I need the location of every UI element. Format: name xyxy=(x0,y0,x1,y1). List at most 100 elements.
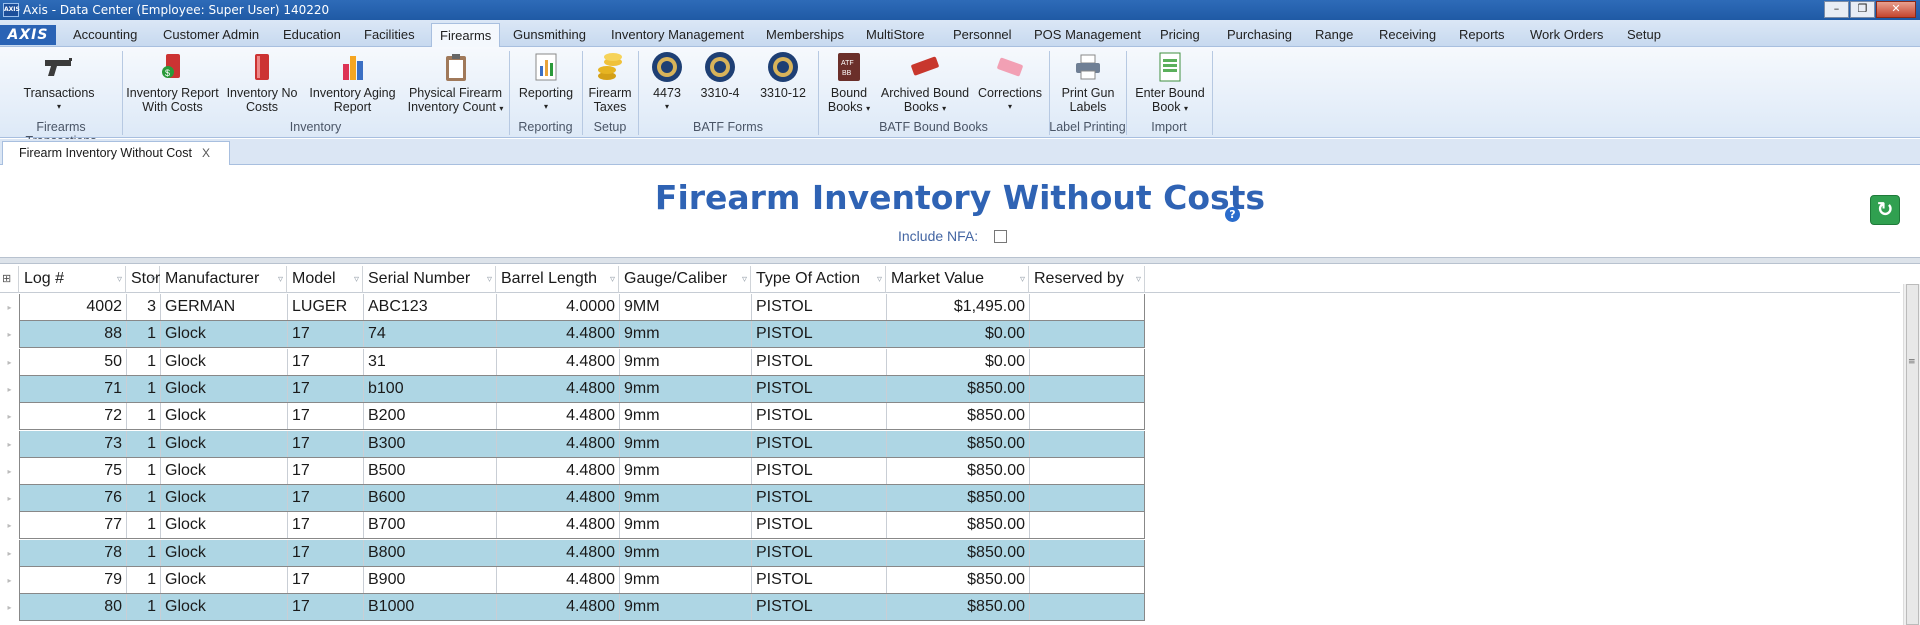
cell-model: 17 xyxy=(288,567,364,593)
vertical-scrollbar[interactable]: ≡ xyxy=(1903,284,1920,625)
tab-work-orders[interactable]: Work Orders xyxy=(1530,23,1603,47)
tab-personnel[interactable]: Personnel xyxy=(953,23,1012,47)
row-indicator[interactable]: ▸ xyxy=(0,376,19,403)
form-3310-4-button[interactable]: 3310-4 xyxy=(698,51,742,100)
tab-facilities[interactable]: Facilities xyxy=(364,23,415,47)
tab-accounting[interactable]: Accounting xyxy=(73,23,137,47)
transactions-button[interactable]: Transactions ▾ xyxy=(18,51,100,114)
table-row[interactable]: 88 1 Glock 17 74 4.4800 9mm PISTOL $0.00 xyxy=(19,321,1146,349)
enter-bound-book-button[interactable]: Enter Bound Book ▾ xyxy=(1131,51,1209,116)
filter-icon[interactable]: ▿ xyxy=(278,267,283,293)
minimize-button[interactable]: – xyxy=(1824,1,1849,18)
cell-log: 71 xyxy=(20,375,127,402)
filter-icon[interactable]: ▿ xyxy=(1136,267,1141,293)
table-row[interactable]: 75 1 Glock 17 B500 4.4800 9mm PISTOL $850.00 xyxy=(19,457,1145,485)
row-indicator[interactable]: ▸ xyxy=(0,294,19,321)
cell-barrel-length: 4.4800 xyxy=(497,567,620,593)
filter-icon[interactable]: ▿ xyxy=(117,267,122,293)
table-row[interactable]: 78 1 Glock 17 B800 4.4800 9mm PISTOL $850.00 xyxy=(19,539,1146,567)
cell-manufacturer: Glock xyxy=(161,539,288,566)
column-header-log[interactable]: Log # ▿ xyxy=(19,266,126,293)
filter-icon[interactable]: ▿ xyxy=(487,267,492,293)
tab-reports[interactable]: Reports xyxy=(1459,23,1505,47)
print-gun-labels-button[interactable]: Print Gun Labels xyxy=(1054,51,1122,114)
filter-icon[interactable]: ▿ xyxy=(877,267,882,293)
tab-customer-admin[interactable]: Customer Admin xyxy=(163,23,259,47)
bound-books-button[interactable]: ATF BB Bound Books ▾ xyxy=(823,51,875,116)
row-indicator[interactable]: ▸ xyxy=(0,431,19,458)
tab-purchasing[interactable]: Purchasing xyxy=(1227,23,1292,47)
row-indicator[interactable]: ▸ xyxy=(0,321,19,348)
cell-store: 1 xyxy=(127,485,161,512)
splitter[interactable] xyxy=(0,257,1920,264)
row-indicator[interactable]: ▸ xyxy=(0,403,19,430)
form-4473-button[interactable]: 4473 ▾ xyxy=(645,51,689,114)
cell-gauge-caliber: 9mm xyxy=(620,430,752,457)
doc-tab-firearm-inventory[interactable]: Firearm Inventory Without Cost X xyxy=(2,141,230,165)
column-header-gauge-caliber[interactable]: Gauge/Caliber ▿ xyxy=(619,266,751,293)
inventory-report-with-costs-button[interactable]: $ Inventory Report With Costs xyxy=(125,51,220,114)
tab-pricing[interactable]: Pricing xyxy=(1160,23,1200,47)
filter-icon[interactable]: ▿ xyxy=(354,267,359,293)
column-header-model[interactable]: Model ▿ xyxy=(287,266,363,293)
window-controls: – ❐ ✕ xyxy=(1824,1,1916,18)
form-3310-12-button[interactable]: 3310-12 xyxy=(757,51,809,100)
include-nfa-checkbox[interactable] xyxy=(994,230,1008,243)
column-chooser-icon[interactable]: ⊞ xyxy=(0,266,19,293)
column-header-store[interactable]: Store ▿ xyxy=(126,266,169,293)
row-indicator[interactable]: ▸ xyxy=(0,349,19,376)
row-indicator[interactable]: ▸ xyxy=(0,567,19,594)
tab-multistore[interactable]: MultiStore xyxy=(866,23,925,47)
tab-firearms[interactable]: Firearms xyxy=(431,23,501,48)
table-row[interactable]: 50 1 Glock 17 31 4.4800 9mm PISTOL $0.00 xyxy=(19,348,1145,376)
reporting-button[interactable]: Reporting ▾ xyxy=(514,51,578,114)
tab-education[interactable]: Education xyxy=(283,23,341,47)
cell-type-of-action: PISTOL xyxy=(752,294,887,320)
filter-icon[interactable]: ▿ xyxy=(610,267,615,293)
table-row[interactable]: 73 1 Glock 17 B300 4.4800 9mm PISTOL $850.00 xyxy=(19,430,1145,458)
tab-pos-management[interactable]: POS Management xyxy=(1034,23,1141,47)
filter-icon[interactable]: ▿ xyxy=(151,267,156,293)
table-row[interactable]: 77 1 Glock 17 B700 4.4800 9mm PISTOL $850.00 xyxy=(19,512,1145,540)
axis-logo[interactable]: AXIS xyxy=(0,25,56,45)
tab-setup[interactable]: Setup xyxy=(1627,23,1661,47)
table-row[interactable]: 71 1 Glock 17 b100 4.4800 9mm PISTOL $850.00 xyxy=(19,375,1145,403)
filter-icon[interactable]: ▿ xyxy=(742,267,747,293)
maximize-button[interactable]: ❐ xyxy=(1850,1,1875,18)
archived-bound-books-button[interactable]: Archived Bound Books ▾ xyxy=(879,51,971,116)
table-row[interactable]: 72 1 Glock 17 B200 4.4800 9mm PISTOL $850.00 xyxy=(19,403,1145,431)
scrollbar-thumb[interactable] xyxy=(1906,284,1919,625)
close-button[interactable]: ✕ xyxy=(1876,1,1916,18)
table-row[interactable]: 80 1 Glock 17 B1000 4.4800 9mm PISTOL $850.00 xyxy=(19,594,1145,622)
row-indicator[interactable]: ▸ xyxy=(0,540,19,567)
corrections-button[interactable]: Corrections ▾ xyxy=(975,51,1045,114)
row-indicator[interactable]: ▸ xyxy=(0,512,19,539)
filter-icon[interactable]: ▿ xyxy=(1020,267,1025,293)
column-header-reserved-by[interactable]: Reserved by ▿ xyxy=(1029,266,1145,293)
refresh-button[interactable]: ↻ xyxy=(1870,195,1900,225)
table-row[interactable]: 79 1 Glock 17 B900 4.4800 9mm PISTOL $850.00 xyxy=(19,567,1145,594)
cell-reserved-by xyxy=(1030,321,1146,347)
table-row[interactable]: 76 1 Glock 17 B600 4.4800 9mm PISTOL $850.00 xyxy=(19,485,1145,513)
firearm-taxes-button[interactable]: Firearm Taxes xyxy=(584,51,636,114)
row-indicator[interactable]: ▸ xyxy=(0,485,19,512)
cell-reserved-by xyxy=(1030,540,1146,566)
inventory-no-costs-button[interactable]: Inventory No Costs xyxy=(226,51,298,114)
physical-firearm-inventory-count-button[interactable]: Physical Firearm Inventory Count ▾ xyxy=(403,51,508,116)
column-header-serial-number[interactable]: Serial Number ▿ xyxy=(363,266,496,293)
table-row[interactable]: 4002 3 GERMAN LUGER ABC123 4.0000 9MM PISTOL $1,… xyxy=(19,294,1145,321)
tab-receiving[interactable]: Receiving xyxy=(1379,23,1436,47)
tab-gunsmithing[interactable]: Gunsmithing xyxy=(513,23,586,47)
close-tab-button[interactable]: X xyxy=(202,142,210,164)
help-icon[interactable]: ? xyxy=(1225,207,1240,222)
tab-memberships[interactable]: Memberships xyxy=(766,23,844,47)
column-header-manufacturer[interactable]: Manufacturer ▿ xyxy=(160,266,287,293)
column-header-type-of-action[interactable]: Type Of Action ▿ xyxy=(751,266,886,293)
tab-inventory-management[interactable]: Inventory Management xyxy=(611,23,744,47)
row-indicator[interactable]: ▸ xyxy=(0,458,19,485)
column-header-market-value[interactable]: Market Value ▿ xyxy=(886,266,1029,293)
column-header-barrel-length[interactable]: Barrel Length ▿ xyxy=(496,266,619,293)
row-indicator[interactable]: ▸ xyxy=(0,594,19,621)
inventory-aging-report-button[interactable]: Inventory Aging Report xyxy=(305,51,400,114)
tab-range[interactable]: Range xyxy=(1315,23,1353,47)
